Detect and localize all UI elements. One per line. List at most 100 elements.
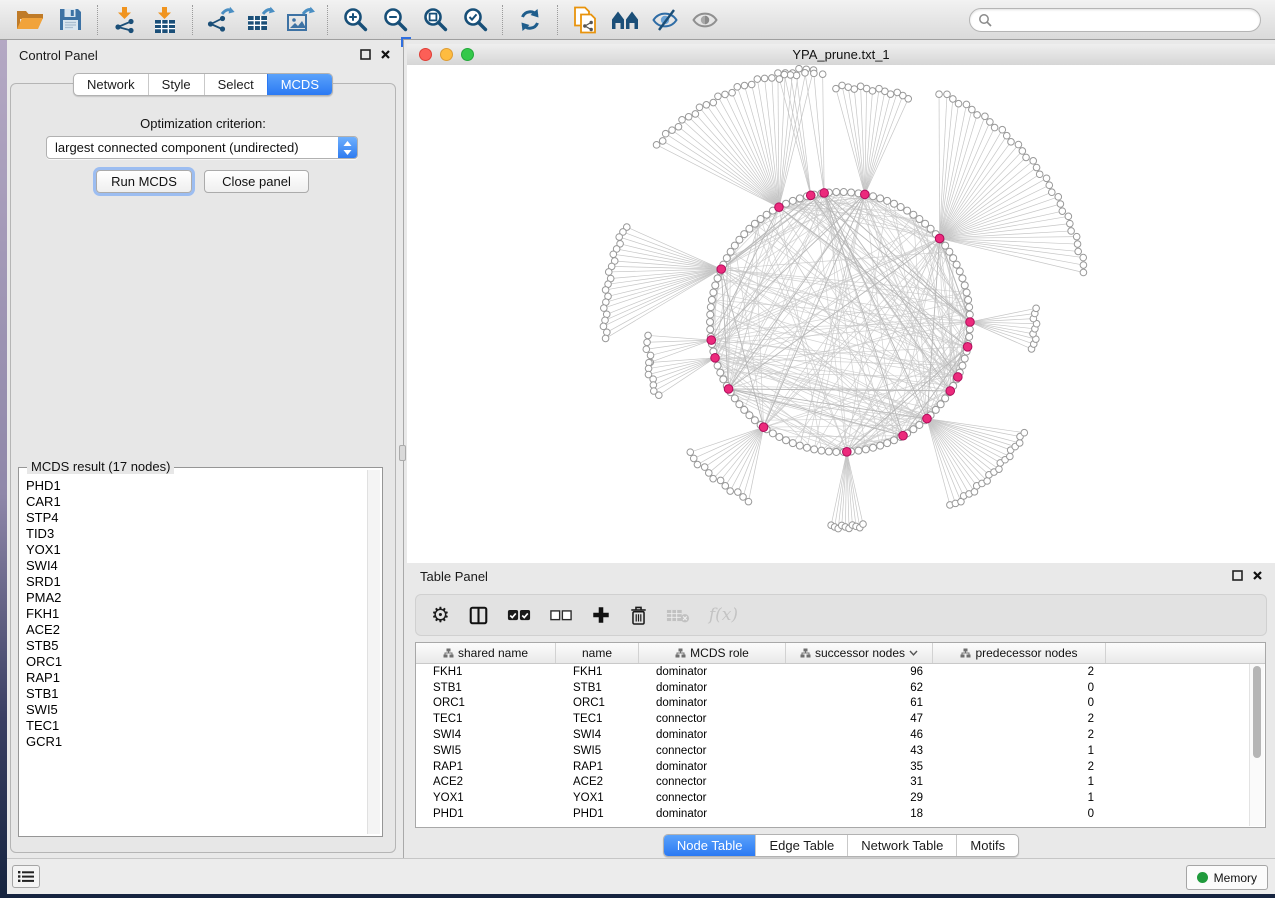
table-row[interactable]: SWI5SWI5connector431 (416, 743, 1265, 759)
mcds-result-item[interactable]: TID3 (26, 526, 367, 542)
mcds-result-item[interactable]: STB5 (26, 638, 367, 654)
table-cell: 43 (786, 745, 933, 757)
export-table-icon[interactable] (243, 3, 277, 37)
column-header-name[interactable]: name (556, 643, 639, 663)
minimize-window-button[interactable] (440, 48, 453, 61)
tab-style[interactable]: Style (148, 74, 204, 95)
table-cell: FKH1 (556, 666, 639, 678)
table-toolbar: ⚙ f(x) (415, 594, 1267, 636)
mcds-result-item[interactable]: GCR1 (26, 734, 367, 750)
table-row[interactable]: RAP1RAP1dominator352 (416, 759, 1265, 775)
float-panel-icon[interactable] (1232, 570, 1243, 581)
column-header-filler (1106, 643, 1265, 663)
show-panels-list-button[interactable] (12, 865, 40, 888)
table-scrollbar-thumb[interactable] (1253, 666, 1261, 758)
node-table[interactable]: shared namenameMCDS rolesuccessor nodesp… (415, 642, 1266, 828)
table-cell: dominator (639, 666, 786, 678)
mcds-result-box: MCDS result (17 nodes) PHD1CAR1STP4TID3Y… (18, 467, 383, 837)
tab-network-table[interactable]: Network Table (847, 835, 956, 856)
mcds-result-item[interactable]: FKH1 (26, 606, 367, 622)
add-column-icon[interactable] (591, 605, 611, 625)
column-header-shared-name[interactable]: shared name (416, 643, 556, 663)
network-view-canvas[interactable] (407, 65, 1275, 563)
search-box[interactable] (969, 8, 1261, 32)
close-window-button[interactable] (419, 48, 432, 61)
toolbar-separator (327, 5, 328, 35)
table-cell: 47 (786, 713, 933, 725)
table-cell: dominator (639, 697, 786, 709)
table-scrollbar[interactable] (1249, 664, 1264, 826)
delete-columns-icon[interactable] (630, 605, 647, 626)
mcds-result-item[interactable]: ORC1 (26, 654, 367, 670)
mcds-result-item[interactable]: SWI4 (26, 558, 367, 574)
show-columns-icon[interactable] (469, 606, 488, 625)
table-panel: Table Panel ⚙ (407, 563, 1275, 858)
import-network-icon[interactable] (108, 3, 142, 37)
close-panel-button[interactable]: Close panel (204, 170, 309, 193)
mcds-tab-content: Optimization criterion: largest connecte… (10, 83, 396, 853)
column-header-MCDS-role[interactable]: MCDS role (639, 643, 786, 663)
table-row[interactable]: FKH1FKH1dominator962 (416, 664, 1265, 680)
table-cell: connector (639, 792, 786, 804)
mcds-list-scrollbar[interactable] (367, 470, 380, 834)
table-cell: 18 (786, 808, 933, 820)
run-mcds-button[interactable]: Run MCDS (96, 170, 192, 193)
zoom-out-icon[interactable] (378, 3, 412, 37)
zoom-window-button[interactable] (461, 48, 474, 61)
panel-splitter[interactable] (399, 40, 407, 858)
table-options-gear-icon[interactable]: ⚙ (431, 605, 450, 626)
close-panel-icon[interactable] (380, 49, 391, 60)
memory-button[interactable]: Memory (1186, 865, 1268, 890)
mcds-result-item[interactable]: SRD1 (26, 574, 367, 590)
table-cell: 1 (933, 776, 1106, 788)
tab-select[interactable]: Select (204, 74, 267, 95)
tab-motifs[interactable]: Motifs (956, 835, 1018, 856)
float-panel-icon[interactable] (360, 49, 371, 60)
table-cell: ORC1 (416, 697, 556, 709)
table-row[interactable]: PHD1PHD1dominator180 (416, 806, 1265, 822)
tab-node-table[interactable]: Node Table (664, 835, 756, 856)
zoom-in-icon[interactable] (338, 3, 372, 37)
mcds-result-item[interactable]: STB1 (26, 686, 367, 702)
share-document-icon[interactable] (568, 3, 602, 37)
column-header-successor-nodes[interactable]: successor nodes (786, 643, 933, 663)
export-network-icon[interactable] (203, 3, 237, 37)
zoom-selected-icon[interactable] (458, 3, 492, 37)
column-header-predecessor-nodes[interactable]: predecessor nodes (933, 643, 1106, 663)
toolbar-separator (97, 5, 98, 35)
mcds-result-item[interactable]: SWI5 (26, 702, 367, 718)
close-panel-icon[interactable] (1252, 570, 1263, 581)
refresh-icon[interactable] (513, 3, 547, 37)
mcds-result-item[interactable]: PMA2 (26, 590, 367, 606)
table-row[interactable]: ORC1ORC1dominator610 (416, 696, 1265, 712)
mcds-result-item[interactable]: PHD1 (26, 478, 367, 494)
table-row[interactable]: STB1STB1dominator620 (416, 680, 1265, 696)
splitter-handle[interactable] (399, 445, 406, 461)
tab-mcds[interactable]: MCDS (267, 74, 332, 95)
open-file-icon[interactable] (13, 3, 47, 37)
select-all-rows-icon[interactable] (507, 609, 531, 622)
show-graphics-details-icon[interactable] (688, 3, 722, 37)
table-row[interactable]: ACE2ACE2connector311 (416, 775, 1265, 791)
save-session-icon[interactable] (53, 3, 87, 37)
tab-edge-table[interactable]: Edge Table (755, 835, 847, 856)
table-row[interactable]: SWI4SWI4dominator462 (416, 727, 1265, 743)
zoom-fit-icon[interactable] (418, 3, 452, 37)
table-cell: dominator (639, 761, 786, 773)
table-row[interactable]: TEC1TEC1connector472 (416, 711, 1265, 727)
hide-graphics-details-icon[interactable] (648, 3, 682, 37)
mcds-result-item[interactable]: RAP1 (26, 670, 367, 686)
network-overview-icon[interactable] (608, 3, 642, 37)
mcds-result-item[interactable]: ACE2 (26, 622, 367, 638)
deselect-all-rows-icon[interactable] (550, 610, 572, 621)
search-input[interactable] (997, 12, 1252, 28)
criterion-dropdown[interactable]: largest connected component (undirected) (46, 136, 358, 159)
mcds-result-item[interactable]: YOX1 (26, 542, 367, 558)
import-table-icon[interactable] (148, 3, 182, 37)
tab-network[interactable]: Network (74, 74, 148, 95)
mcds-result-item[interactable]: STP4 (26, 510, 367, 526)
mcds-result-item[interactable]: CAR1 (26, 494, 367, 510)
table-row[interactable]: YOX1YOX1connector291 (416, 790, 1265, 806)
export-image-icon[interactable] (283, 3, 317, 37)
mcds-result-item[interactable]: TEC1 (26, 718, 367, 734)
